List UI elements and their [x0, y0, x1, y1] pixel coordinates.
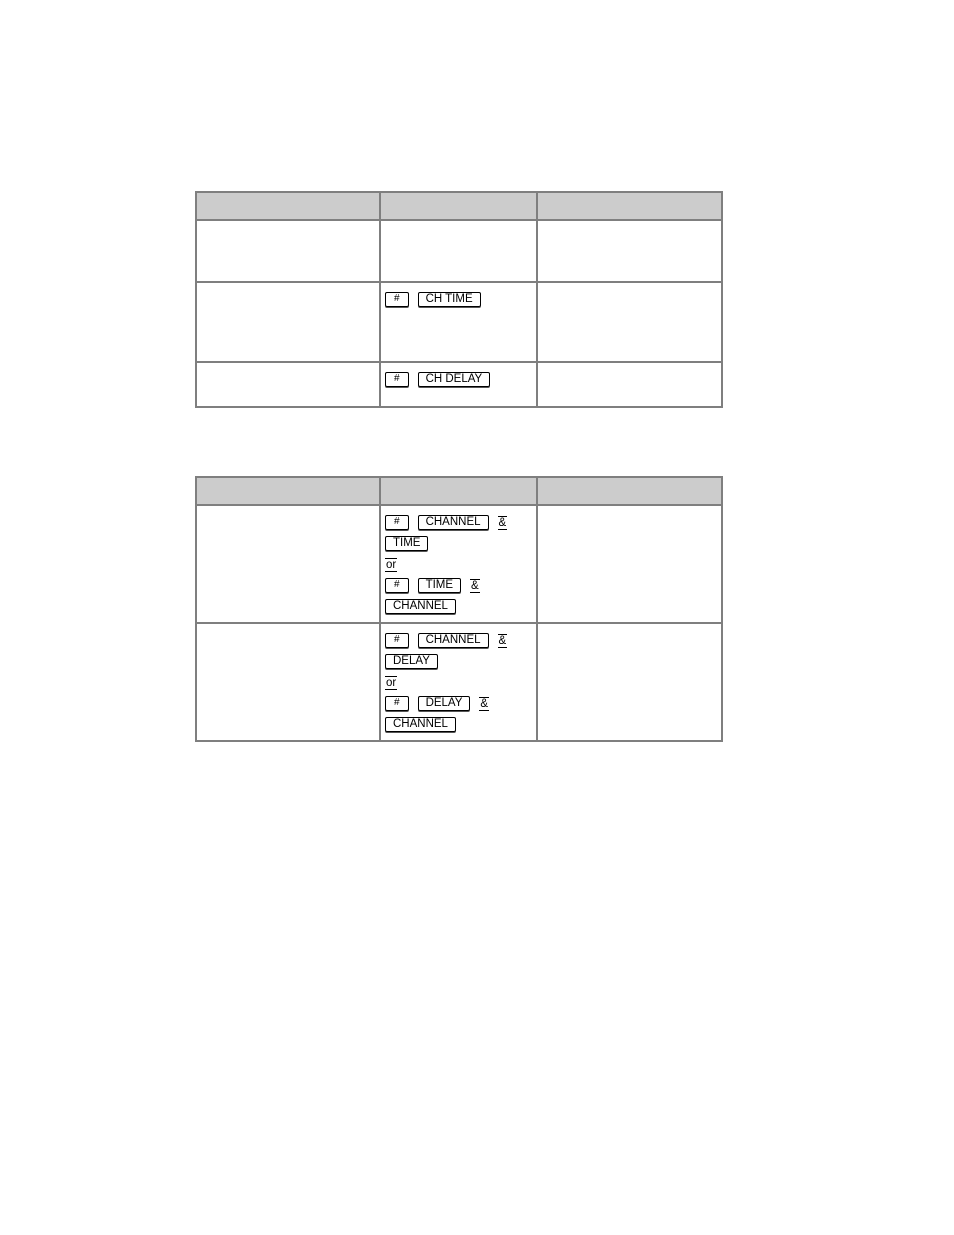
- table-header-row: [195, 191, 723, 221]
- key-hash[interactable]: #: [385, 372, 409, 388]
- key-channel[interactable]: CHANNEL: [417, 633, 489, 649]
- description-cell: [536, 504, 723, 624]
- and-connector: &: [497, 515, 508, 530]
- description-cell: [536, 219, 723, 283]
- key-hash[interactable]: #: [385, 696, 409, 712]
- function-cell: [195, 504, 381, 624]
- keys-cell: # CH DELAY: [379, 361, 538, 408]
- key-delay[interactable]: DELAY: [417, 696, 471, 712]
- key-channel[interactable]: CHANNEL: [417, 515, 489, 531]
- table-row: # CHANNEL & TIME or # TIME & CHANNEL: [195, 504, 723, 624]
- key-ch-delay[interactable]: CH DELAY: [417, 372, 491, 388]
- and-connector: &: [479, 696, 490, 711]
- and-connector: &: [497, 633, 508, 648]
- description-cell: [536, 622, 723, 742]
- or-connector: or: [385, 675, 398, 690]
- key-channel[interactable]: CHANNEL: [385, 717, 456, 733]
- key-ch-time[interactable]: CH TIME: [417, 292, 481, 308]
- key-time[interactable]: TIME: [417, 578, 462, 594]
- table-row: [195, 219, 723, 283]
- table-row: # CHANNEL & DELAY or # DELAY & CHANNEL: [195, 622, 723, 742]
- or-connector: or: [385, 557, 398, 572]
- header-cell: [379, 476, 538, 506]
- header-cell: [195, 191, 381, 221]
- table-row: # CH DELAY: [195, 361, 723, 408]
- key-sequence-table-2: # CHANNEL & TIME or # TIME & CHANNEL # C…: [195, 476, 723, 742]
- table-row: # CH TIME: [195, 281, 723, 363]
- key-channel[interactable]: CHANNEL: [385, 599, 456, 615]
- keys-cell: # CH TIME: [379, 281, 538, 363]
- key-hash[interactable]: #: [385, 515, 409, 531]
- key-sequence-table-1: # CH TIME # CH DELAY: [195, 191, 723, 408]
- table-header-row: [195, 476, 723, 506]
- key-time[interactable]: TIME: [385, 536, 429, 552]
- description-cell: [536, 361, 723, 408]
- function-cell: [195, 361, 381, 408]
- header-cell: [195, 476, 381, 506]
- keys-cell: # CHANNEL & TIME or # TIME & CHANNEL: [379, 504, 538, 624]
- header-cell: [536, 191, 723, 221]
- header-cell: [379, 191, 538, 221]
- function-cell: [195, 622, 381, 742]
- and-connector: &: [470, 578, 480, 593]
- key-hash[interactable]: #: [385, 578, 409, 594]
- keys-cell: # CHANNEL & DELAY or # DELAY & CHANNEL: [379, 622, 538, 742]
- key-delay[interactable]: DELAY: [385, 654, 438, 670]
- keys-cell: [379, 219, 538, 283]
- key-hash[interactable]: #: [385, 292, 409, 308]
- function-cell: [195, 281, 381, 363]
- description-cell: [536, 281, 723, 363]
- function-cell: [195, 219, 381, 283]
- header-cell: [536, 476, 723, 506]
- key-hash[interactable]: #: [385, 633, 409, 649]
